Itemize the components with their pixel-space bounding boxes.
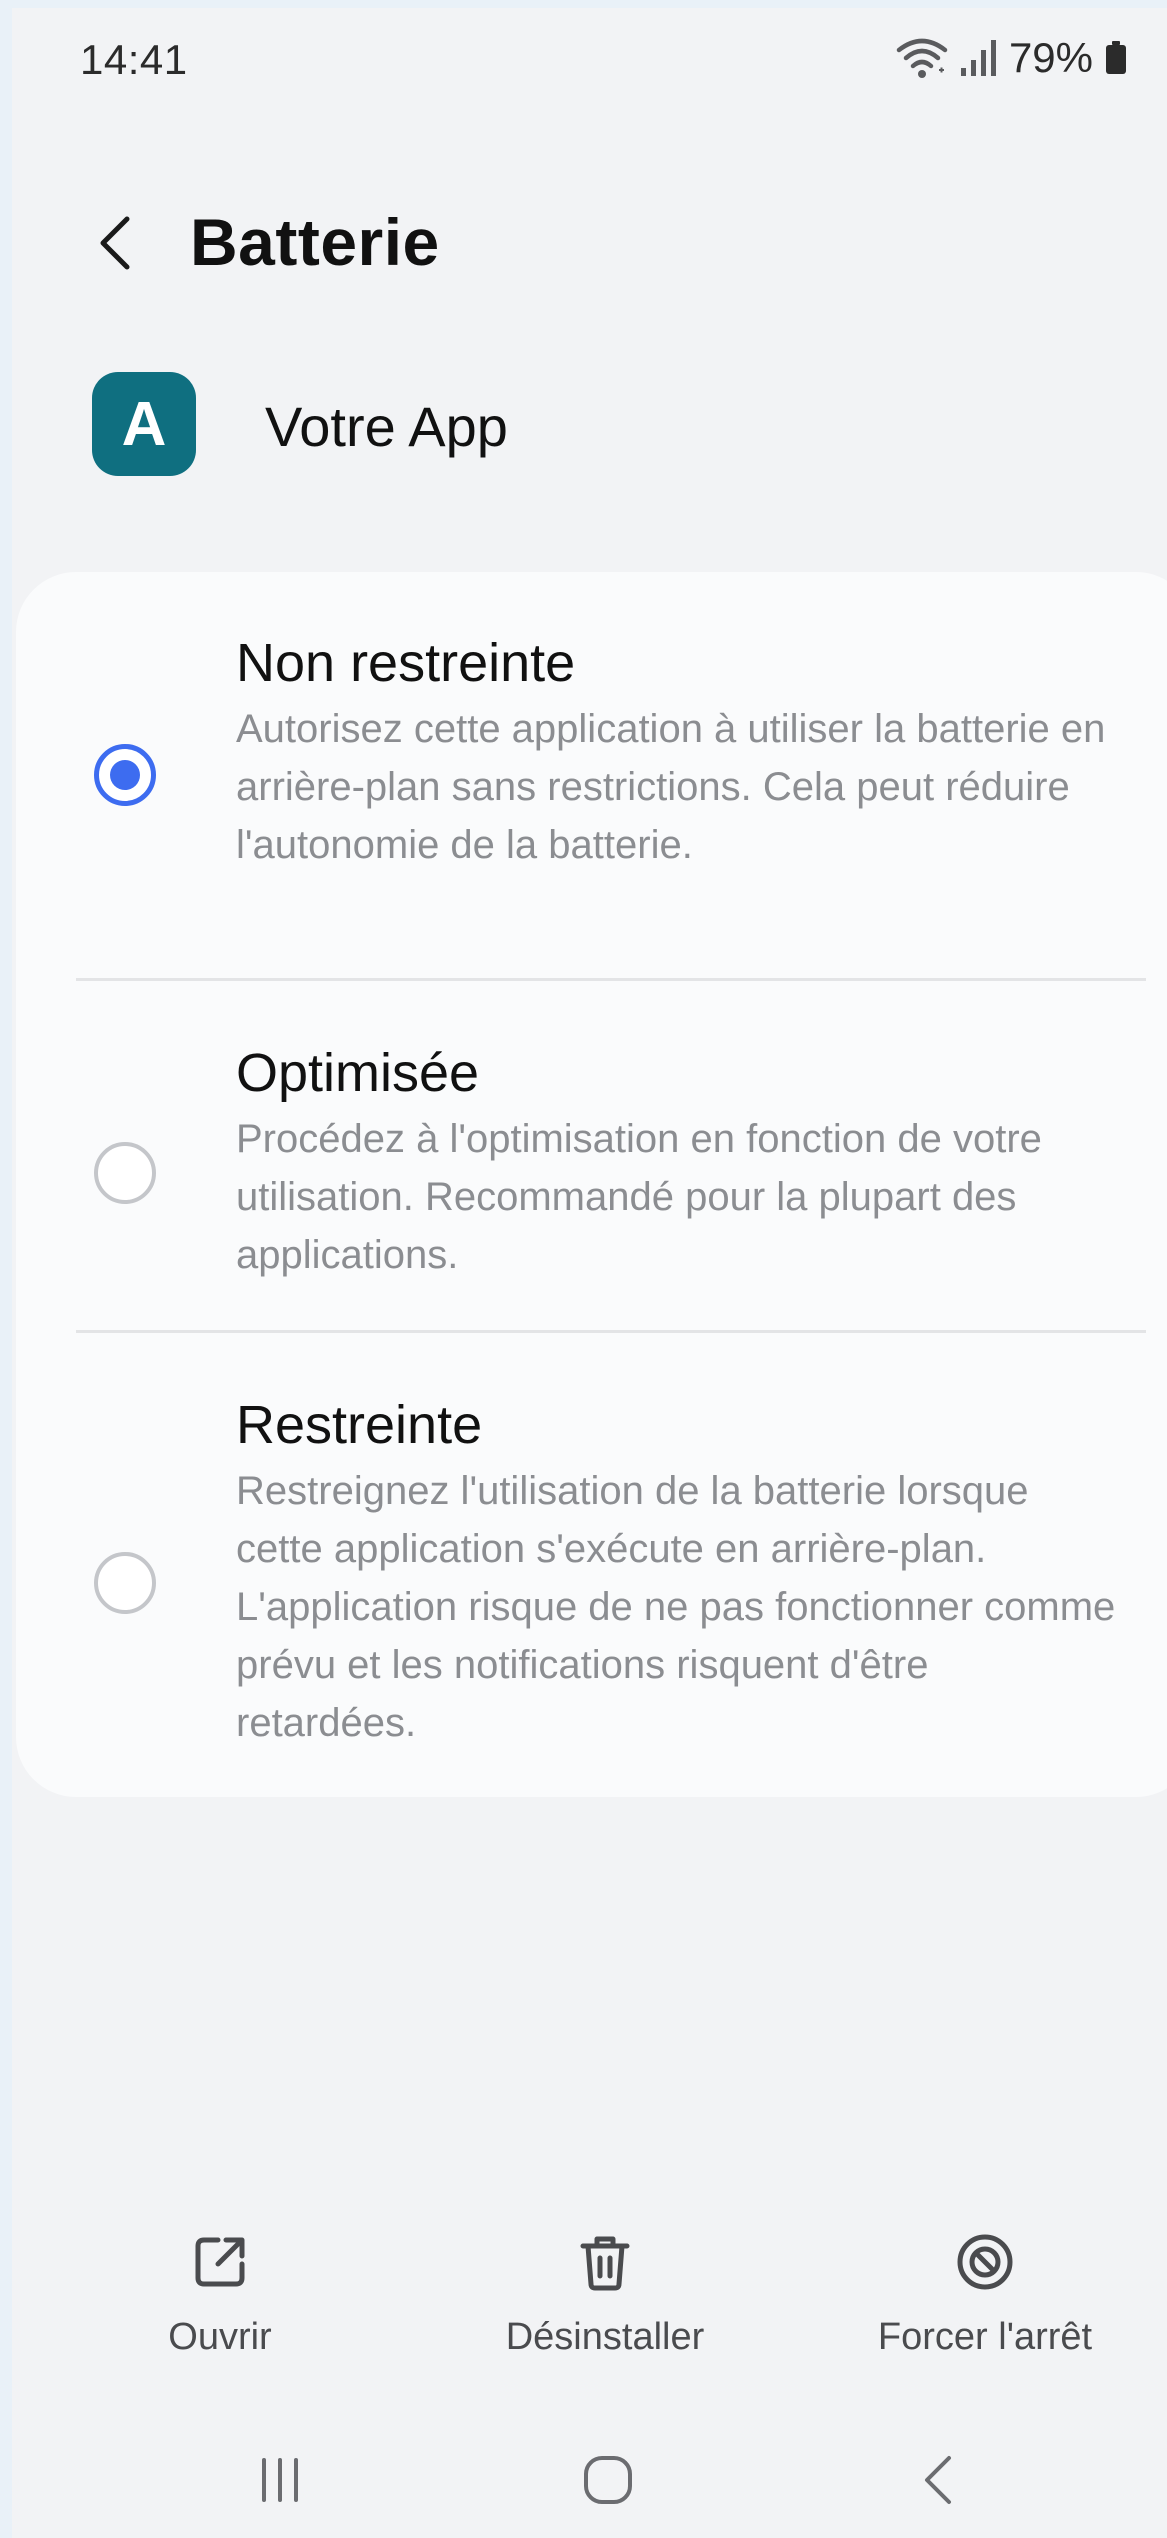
chevron-left-icon <box>100 216 130 270</box>
radio-restricted[interactable] <box>94 1552 156 1614</box>
recent-apps-button[interactable] <box>235 2440 325 2520</box>
status-time: 14:41 <box>80 36 188 83</box>
option-title: Optimisée <box>236 1043 480 1103</box>
uninstall-button[interactable]: Désinstaller <box>480 2230 730 2380</box>
back-icon <box>925 2456 951 2504</box>
option-title: Non restreinte <box>236 633 576 693</box>
divider <box>76 1330 1146 1333</box>
app-icon: A <box>92 372 196 476</box>
status-bar: 14:41 79% <box>0 0 1167 125</box>
open-external-icon <box>195 2237 245 2287</box>
status-icons: 79% <box>895 34 1127 82</box>
open-label: Ouvrir <box>168 2316 272 2358</box>
wifi-icon <box>896 38 948 78</box>
force-stop-label: Forcer l'arrêt <box>877 2316 1093 2358</box>
page-title: Batterie <box>190 205 440 279</box>
force-stop-button[interactable]: Forcer l'arrêt <box>860 2230 1110 2380</box>
battery-icon <box>1106 41 1126 74</box>
option-title: Restreinte <box>236 1395 483 1455</box>
option-description: Autorisez cette application à utiliser l… <box>236 707 1106 867</box>
home-icon <box>584 2456 632 2504</box>
option-unrestricted[interactable]: Non restreinte Autorisez cette applicati… <box>16 572 1166 982</box>
option-optimized[interactable]: Optimisée Procédez à l'optimisation en f… <box>16 982 1166 1334</box>
app-name: Votre App <box>265 395 508 458</box>
option-description: Restreignez l'utilisation de la batterie… <box>236 1469 1116 1745</box>
battery-percent: 79% <box>1008 34 1093 81</box>
divider <box>76 978 1146 981</box>
bottom-actions: Ouvrir Désinstaller Forcer l'arrêt <box>0 2230 1167 2380</box>
signal-icon <box>960 40 996 76</box>
trash-icon <box>580 2236 630 2291</box>
home-button[interactable] <box>563 2440 653 2520</box>
open-button[interactable]: Ouvrir <box>140 2230 300 2380</box>
recent-apps-icon <box>262 2458 298 2502</box>
option-description: Procédez à l'optimisation en fonction de… <box>236 1117 1042 1277</box>
header: Batterie <box>0 190 1167 300</box>
radio-unrestricted[interactable] <box>94 744 156 806</box>
app-info: A Votre App <box>0 368 1167 478</box>
navigation-bar <box>0 2430 1167 2530</box>
battery-options-card: Non restreinte Autorisez cette applicati… <box>16 572 1167 1797</box>
uninstall-label: Désinstaller <box>505 2316 705 2358</box>
back-button[interactable] <box>80 208 150 278</box>
stop-icon <box>957 2234 1013 2290</box>
radio-optimized[interactable] <box>94 1142 156 1204</box>
nav-back-button[interactable] <box>893 2440 983 2520</box>
option-restricted[interactable]: Restreinte Restreignez l'utilisation de … <box>16 1334 1166 1797</box>
